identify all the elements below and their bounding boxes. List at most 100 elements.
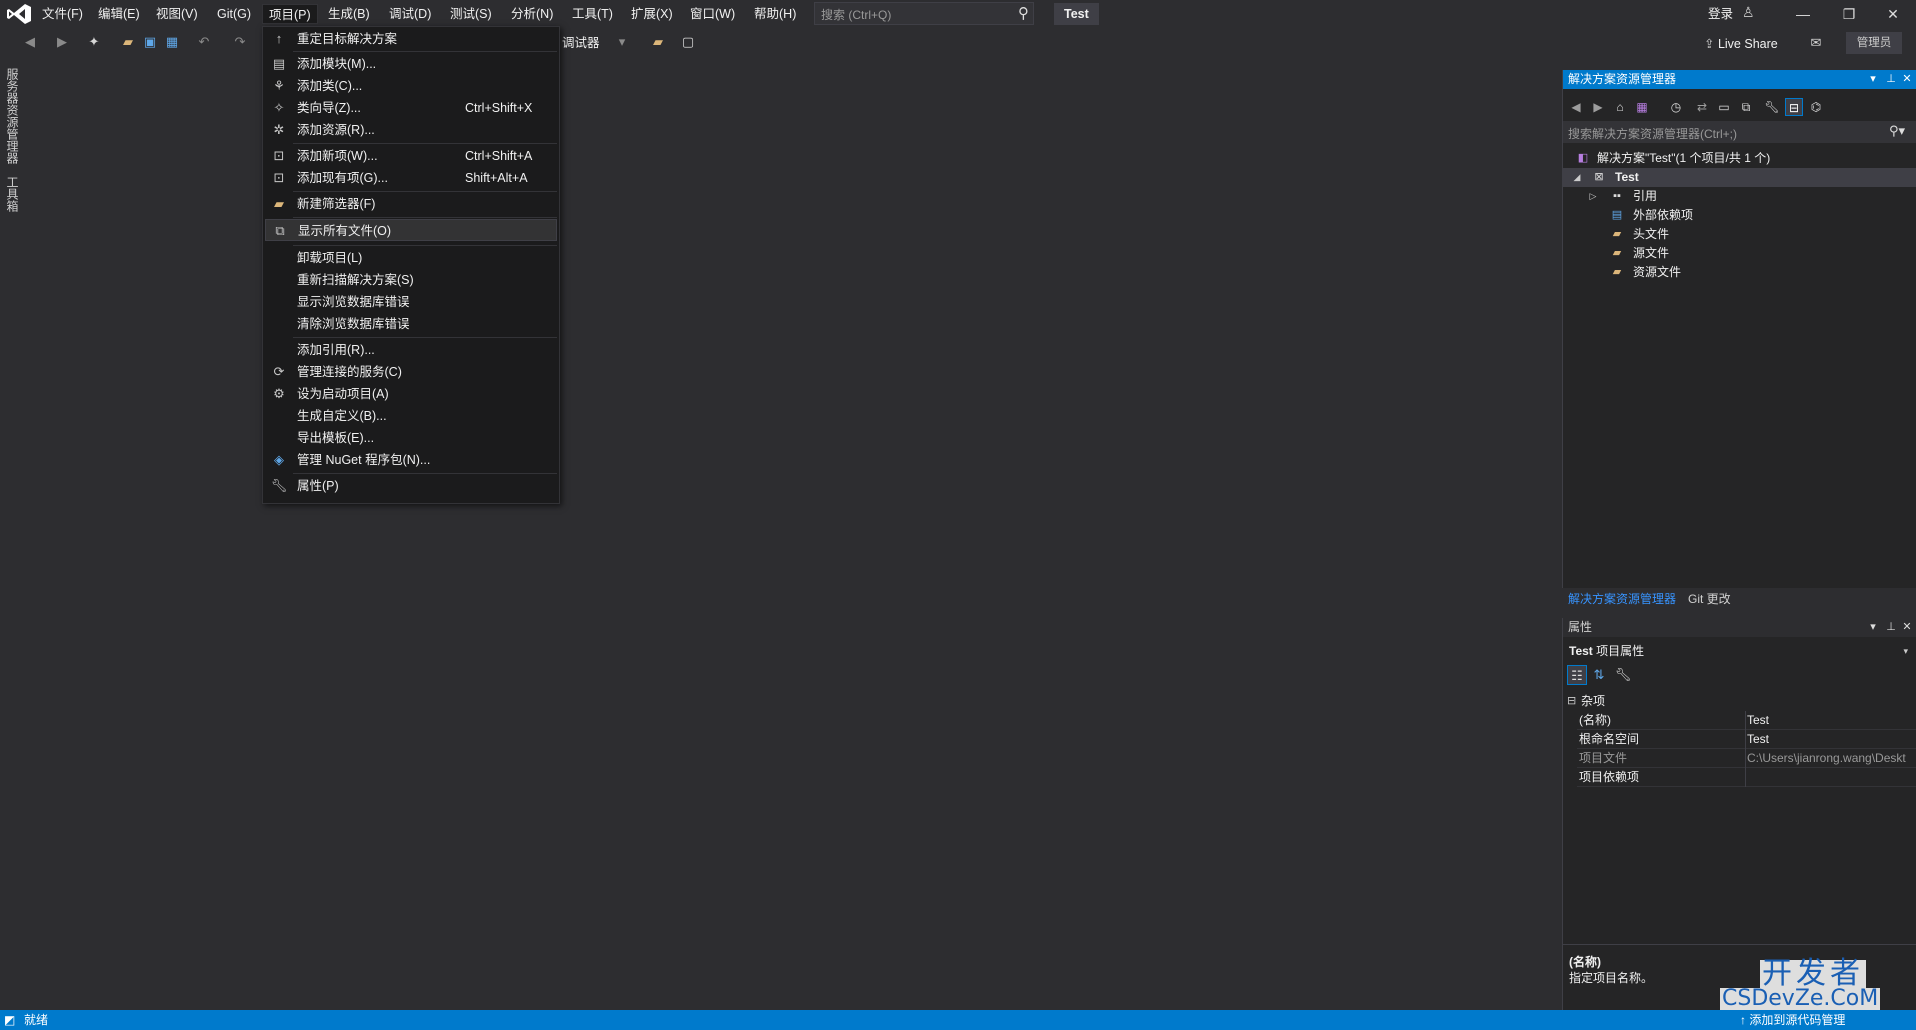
property-row-project-file[interactable]: 项目文件 C:\Users\jianrong.wang\Deskt	[1577, 749, 1916, 768]
menu-item-add-existing-item[interactable]: ⊡ 添加现有项(G)... Shift+Alt+A	[265, 167, 557, 189]
property-row-name[interactable]: (名称) Test	[1577, 711, 1916, 730]
menu-build[interactable]: 生成(B)	[322, 4, 376, 24]
menu-help[interactable]: 帮助(H)	[748, 4, 802, 24]
redo-icon[interactable]: ↷	[230, 32, 250, 52]
screenshot-icon[interactable]: ▢	[678, 32, 698, 52]
dropdown-arrow-icon[interactable]: ▾	[1903, 642, 1908, 660]
tree-item-resource-files[interactable]: ▰ 资源文件	[1563, 263, 1916, 282]
menu-view[interactable]: 视图(V)	[150, 4, 204, 24]
class-view-icon[interactable]: ⌬	[1807, 98, 1825, 116]
menu-item-manage-nuget[interactable]: ◈ 管理 NuGet 程序包(N)...	[265, 449, 557, 471]
forward-icon[interactable]: ▶	[1589, 98, 1607, 116]
menu-item-set-startup-project[interactable]: ⚙ 设为启动项目(A)	[265, 383, 557, 405]
tree-item-solution[interactable]: ◧ 解决方案"Test"(1 个项目/共 1 个)	[1563, 149, 1916, 168]
close-icon[interactable]: ✕	[1899, 618, 1915, 637]
tree-item-project[interactable]: ◢ ⊠ Test	[1563, 168, 1916, 187]
history-icon[interactable]: ◷	[1667, 98, 1685, 116]
menu-item-add-class[interactable]: ⚘ 添加类(C)...	[265, 75, 557, 97]
tab-toolbox[interactable]: 工具箱	[4, 176, 21, 212]
preview-selected-icon[interactable]: ⊟	[1785, 98, 1803, 116]
menu-item-show-all-files[interactable]: ⧉ 显示所有文件(O)	[265, 219, 557, 241]
menu-item-connected-services[interactable]: ⟳ 管理连接的服务(C)	[265, 361, 557, 383]
menu-git[interactable]: Git(G)	[211, 4, 257, 24]
property-value[interactable]: Test	[1747, 711, 1916, 730]
menu-debug[interactable]: 调试(D)	[383, 4, 437, 24]
menu-item-properties[interactable]: 🔧︎ 属性(P)	[265, 475, 557, 497]
close-icon[interactable]: ✕	[1899, 70, 1915, 89]
close-icon[interactable]: ✕	[1870, 0, 1916, 28]
minimize-icon[interactable]: —	[1780, 0, 1826, 28]
menu-item-add-reference[interactable]: 添加引用(R)...	[265, 339, 557, 361]
menu-item-build-customizations[interactable]: 生成自定义(B)...	[265, 405, 557, 427]
user-icon[interactable]: ♙	[1742, 4, 1755, 21]
menu-item-show-browse-db-errors[interactable]: 显示浏览数据库错误	[265, 291, 557, 313]
show-all-files-icon[interactable]: ⧉	[1737, 98, 1755, 116]
property-value[interactable]: Test	[1747, 730, 1916, 749]
tree-item-references[interactable]: ▷ ▪▪ 引用	[1563, 187, 1916, 206]
property-row-root-namespace[interactable]: 根命名空间 Test	[1577, 730, 1916, 749]
save-all-icon[interactable]: ▦	[162, 32, 182, 52]
save-icon[interactable]: ▣	[140, 32, 160, 52]
property-divider	[1745, 730, 1746, 749]
search-input[interactable]: 搜索 (Ctrl+Q) ⚲	[814, 2, 1034, 25]
menu-item-add-module[interactable]: ▤ 添加模块(M)...	[265, 53, 557, 75]
tree-item-external-deps[interactable]: ▤ 外部依赖项	[1563, 206, 1916, 225]
property-pages-icon[interactable]: 🔧︎	[1613, 665, 1633, 685]
window-menu-icon[interactable]: ▾	[1865, 70, 1881, 89]
menu-item-add-resource[interactable]: ✲ 添加资源(R)...	[265, 119, 557, 141]
debugger-target[interactable]: 调试器	[562, 33, 600, 53]
menu-item-add-new-item[interactable]: ⊡ 添加新项(W)... Ctrl+Shift+A	[265, 145, 557, 167]
menu-edit[interactable]: 编辑(E)	[92, 4, 146, 24]
back-icon[interactable]: ◀	[1567, 98, 1585, 116]
feedback-icon[interactable]: ✉	[1806, 33, 1826, 53]
properties-wrench-icon[interactable]: 🔧︎	[1763, 98, 1781, 116]
menu-file[interactable]: 文件(F)	[36, 4, 89, 24]
restore-icon[interactable]: ❐	[1826, 0, 1872, 28]
pin-icon[interactable]: ⊥	[1883, 70, 1899, 89]
menu-test[interactable]: 测试(S)	[444, 4, 498, 24]
collapse-all-icon[interactable]: ▭	[1715, 98, 1733, 116]
undo-icon[interactable]: ↶	[194, 32, 214, 52]
menu-item-clear-browse-db-errors[interactable]: 清除浏览数据库错误	[265, 313, 557, 335]
navigate-back-icon[interactable]: ◀	[20, 32, 40, 52]
collapsed-arrow-icon[interactable]: ▷	[1587, 187, 1599, 206]
menu-extensions[interactable]: 扩展(X)	[625, 4, 679, 24]
menu-tools[interactable]: 工具(T)	[566, 4, 619, 24]
menu-item-retarget-solution[interactable]: ↑ 重定目标解决方案	[265, 28, 557, 50]
signin-link[interactable]: 登录	[1708, 4, 1733, 24]
menu-item-unload-project[interactable]: 卸载项目(L)	[265, 247, 557, 269]
menu-project[interactable]: 项目(P)	[262, 4, 318, 24]
home-icon[interactable]: ⌂	[1611, 98, 1629, 116]
property-row-project-dependencies[interactable]: 项目依赖项	[1577, 768, 1916, 787]
menu-analyze[interactable]: 分析(N)	[505, 4, 559, 24]
new-project-icon[interactable]: ✦	[84, 32, 104, 52]
menu-item-rescan-solution[interactable]: 重新扫描解决方案(S)	[265, 269, 557, 291]
visual-studio-logo-icon[interactable]	[6, 3, 32, 25]
tab-git-changes[interactable]: Git 更改	[1684, 590, 1735, 608]
categorized-icon[interactable]: ☷	[1567, 665, 1587, 685]
solution-search-input[interactable]: 搜索解决方案资源管理器(Ctrl+;) ⚲▾	[1563, 121, 1916, 143]
menu-item-class-wizard[interactable]: ✧ 类向导(Z)... Ctrl+Shift+X	[265, 97, 557, 119]
expanded-arrow-icon[interactable]: ◢	[1571, 168, 1583, 187]
folder-icon[interactable]: ▰	[648, 32, 668, 52]
add-to-source-control-button[interactable]: ↑ 添加到源代码管理	[1740, 1010, 1845, 1030]
menu-item-export-template[interactable]: 导出模板(E)...	[265, 427, 557, 449]
sync-icon[interactable]: ⇄	[1693, 98, 1711, 116]
menu-item-new-filter[interactable]: ▰ 新建筛选器(F)	[265, 193, 557, 215]
collapse-icon[interactable]: ⊟	[1567, 692, 1576, 711]
window-menu-icon[interactable]: ▾	[1865, 618, 1881, 637]
dropdown-arrow-icon[interactable]: ▾	[612, 32, 632, 52]
navigate-forward-icon[interactable]: ▶	[52, 32, 72, 52]
menu-window[interactable]: 窗口(W)	[684, 4, 741, 24]
properties-object-selector[interactable]: Test 项目属性	[1569, 642, 1644, 660]
tab-solution-explorer[interactable]: 解决方案资源管理器	[1564, 590, 1680, 608]
tree-item-header-files[interactable]: ▰ 头文件	[1563, 225, 1916, 244]
pin-icon[interactable]: ⊥	[1883, 618, 1899, 637]
open-file-icon[interactable]: ▰	[118, 32, 138, 52]
live-share-button[interactable]: ⇪ Live Share	[1704, 33, 1778, 55]
switch-views-icon[interactable]: ▦	[1633, 98, 1651, 116]
tree-item-source-files[interactable]: ▰ 源文件	[1563, 244, 1916, 263]
alphabetical-icon[interactable]: ⇅	[1589, 665, 1609, 685]
tab-server-explorer[interactable]: 服务器资源管理器	[4, 68, 21, 164]
property-category[interactable]: ⊟ 杂项	[1563, 692, 1916, 711]
